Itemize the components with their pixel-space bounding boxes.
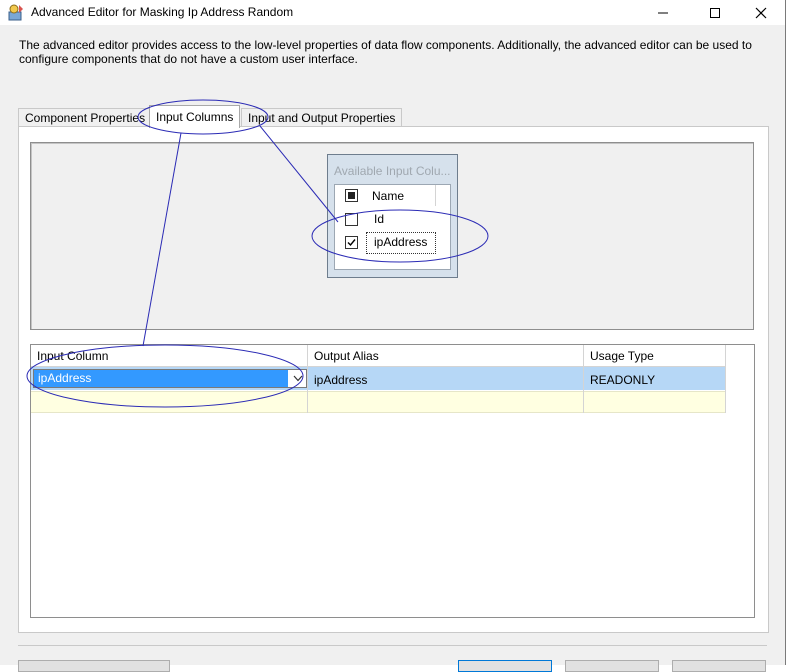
ssis-editor-icon xyxy=(8,4,23,21)
checkmark-icon xyxy=(347,239,356,247)
output-alias-value[interactable]: ipAddress xyxy=(314,373,367,387)
usage-type-value[interactable]: READONLY xyxy=(590,373,655,387)
tab-input-output-properties[interactable]: Input and Output Properties xyxy=(241,108,403,127)
name-column-header: Name xyxy=(372,189,405,203)
editor-description: The advanced editor provides access to t… xyxy=(19,38,752,66)
chevron-down-icon[interactable] xyxy=(290,371,306,386)
ok-button[interactable] xyxy=(458,660,552,672)
usage-type-header[interactable]: Usage Type xyxy=(584,345,726,367)
close-button[interactable] xyxy=(738,0,784,25)
select-all-checkbox[interactable] xyxy=(345,189,358,202)
maximize-button[interactable] xyxy=(692,0,738,25)
available-column-id: Id xyxy=(374,212,385,226)
tab-input-columns[interactable]: Input Columns xyxy=(149,105,241,128)
help-button[interactable] xyxy=(672,660,766,672)
cancel-button[interactable] xyxy=(565,660,659,672)
window-title: Advanced Editor for Masking Ip Address R… xyxy=(31,5,294,19)
column-divider xyxy=(307,367,308,413)
maximize-icon xyxy=(710,7,720,18)
input-column-value[interactable]: ipAddress xyxy=(34,370,288,387)
title-bar: Advanced Editor for Masking Ip Address R… xyxy=(0,0,785,25)
checkbox-ipaddress[interactable] xyxy=(345,236,358,249)
minimize-icon xyxy=(658,12,668,13)
footer-button-left[interactable] xyxy=(18,660,170,672)
available-column-ipaddress: ipAddress xyxy=(374,235,428,249)
advanced-editor-window: Advanced Editor for Masking Ip Address R… xyxy=(0,0,786,672)
new-row-placeholder[interactable] xyxy=(31,391,726,413)
minimize-button[interactable] xyxy=(640,0,686,25)
tab-component-properties[interactable]: Component Properties xyxy=(18,108,153,127)
column-divider xyxy=(725,367,726,413)
checkbox-id[interactable] xyxy=(345,213,358,226)
footer-separator xyxy=(18,645,767,646)
input-column-header[interactable]: Input Column xyxy=(31,345,308,367)
output-alias-header[interactable]: Output Alias xyxy=(308,345,584,367)
indeterminate-mark xyxy=(348,192,355,199)
column-divider xyxy=(583,367,584,413)
available-columns-header: Available Input Colu... xyxy=(334,164,451,178)
close-icon xyxy=(755,7,767,18)
